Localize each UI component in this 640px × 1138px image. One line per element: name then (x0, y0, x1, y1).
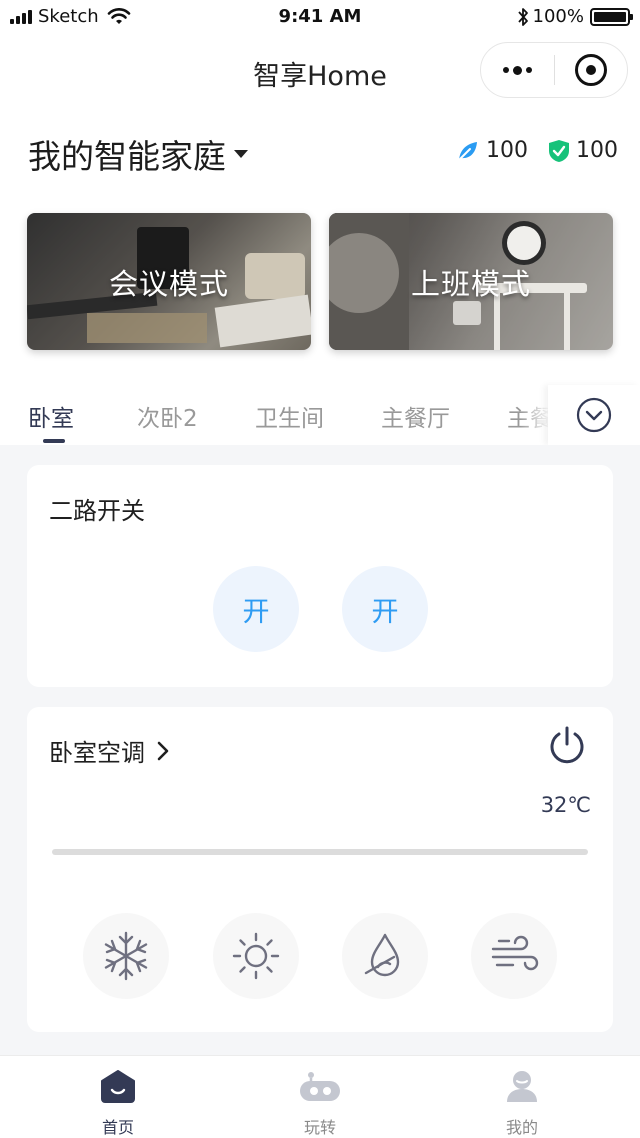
expand-tabs-button[interactable] (548, 385, 640, 445)
tab-bar: 首页 玩转 我的 (0, 1055, 640, 1138)
tab-bedroom[interactable]: 卧室 (28, 399, 74, 433)
status-bar: Sketch 9:41 AM 100% (0, 0, 640, 36)
miniprogram-capsule (480, 42, 628, 98)
mode-fan-button[interactable] (471, 913, 557, 999)
target-icon (574, 54, 607, 86)
ac-title-link[interactable]: 卧室空调 (49, 733, 169, 768)
robot-icon (300, 1072, 340, 1101)
sun-icon (232, 932, 280, 980)
home-name: 我的智能家庭 (28, 137, 226, 176)
device-card-ac: 卧室空调 32℃ (27, 707, 613, 1032)
room-tabs: 卧室 次卧2 卫生间 主餐厅 主餐 (0, 385, 640, 445)
home-icon (101, 1070, 135, 1103)
scene-card-meeting[interactable]: 会议模式 (27, 213, 311, 350)
home-switcher[interactable]: 我的智能家庭 (28, 130, 248, 178)
leaf-icon (458, 141, 477, 161)
tab-bathroom[interactable]: 卫生间 (255, 399, 324, 433)
mode-cool-button[interactable] (83, 913, 169, 999)
temperature-value: 32℃ (540, 793, 591, 817)
power-icon (550, 726, 584, 764)
mode-heat-button[interactable] (213, 913, 299, 999)
power-button[interactable] (547, 725, 587, 769)
stat-security-value: 100 (576, 138, 618, 163)
stat-security: 100 (548, 138, 618, 163)
drop-icon (364, 933, 400, 977)
tabbar-label: 玩转 (303, 1118, 336, 1137)
close-button[interactable] (555, 43, 627, 97)
stat-energy-value: 100 (486, 138, 528, 163)
chevron-right-icon (157, 741, 169, 760)
wind-icon (491, 935, 539, 971)
bluetooth-icon (517, 7, 528, 26)
switch-button-1[interactable]: 开 (213, 566, 299, 652)
tab-main-dining[interactable]: 主餐厅 (381, 399, 450, 433)
home-header: 我的智能家庭 100 100 (28, 130, 618, 180)
active-tab-indicator (43, 439, 65, 443)
scene-card-work[interactable]: 上班模式 (329, 213, 613, 350)
device-name: 卧室空调 (49, 739, 145, 767)
more-menu-button[interactable] (481, 43, 554, 97)
mode-dry-button[interactable] (342, 913, 428, 999)
shield-check-icon (549, 139, 569, 162)
chevron-down-icon (576, 397, 612, 433)
user-icon (507, 1071, 537, 1102)
tabbar-label: 我的 (505, 1118, 538, 1137)
temperature-slider[interactable] (52, 849, 588, 855)
tabbar-explore[interactable]: 玩转 (260, 1056, 380, 1138)
device-list: 二路开关 开 开 卧室空调 32℃ (0, 445, 640, 1055)
device-name: 二路开关 (49, 497, 145, 525)
stat-energy: 100 (456, 138, 528, 163)
switch-button-2[interactable]: 开 (342, 566, 428, 652)
tabbar-home[interactable]: 首页 (58, 1056, 178, 1138)
battery-percent: 100% (532, 6, 584, 27)
tab-second-bedroom[interactable]: 次卧2 (137, 399, 198, 433)
scene-label: 上班模式 (410, 266, 531, 301)
device-card-switch: 二路开关 开 开 (27, 465, 613, 687)
tabbar-label: 首页 (101, 1118, 134, 1137)
snowflake-icon (104, 931, 148, 981)
scene-label: 会议模式 (108, 266, 229, 301)
caret-down-icon (234, 150, 248, 158)
tabs-fade (520, 385, 550, 445)
home-stats: 100 100 (436, 138, 618, 163)
status-right: 100% (517, 6, 633, 27)
battery-icon (590, 7, 633, 26)
tabbar-mine[interactable]: 我的 (462, 1056, 582, 1138)
nav-bar: 智享Home (0, 36, 640, 108)
